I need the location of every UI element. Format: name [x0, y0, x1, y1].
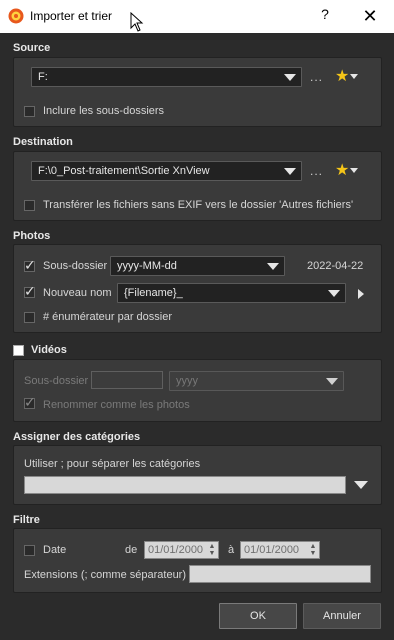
filter-from-date-input[interactable]: 01/01/2000 ▲ ▼	[144, 541, 219, 559]
photos-subfolder-format-dropdown[interactable]: yyyy-MM-dd	[110, 256, 285, 276]
filter-to-date-value: 01/01/2000	[244, 544, 300, 556]
photos-subfolder-format-value: yyyy-MM-dd	[117, 260, 177, 272]
filter-from-label: de	[125, 544, 138, 556]
destination-panel: F:\0_Post-traitement\Sortie XnView ... ★…	[13, 151, 382, 221]
chevron-down-icon	[284, 74, 296, 81]
categories-heading: Assigner des catégories	[13, 431, 141, 443]
filter-to-label: à	[228, 544, 235, 556]
photos-subfolder-preview: 2022-04-22	[307, 260, 364, 272]
include-subfolders-label: Inclure les sous-dossiers	[43, 105, 165, 117]
videos-enable-checkbox[interactable]	[13, 345, 24, 356]
filter-to-date-input[interactable]: 01/01/2000 ▲ ▼	[240, 541, 320, 559]
photos-rename-pattern-dropdown[interactable]: {Filename}_	[117, 283, 346, 303]
destination-path-value: F:\0_Post-traitement\Sortie XnView	[38, 165, 210, 177]
destination-favorites-button[interactable]: ★	[335, 162, 361, 180]
source-browse-button[interactable]: ...	[310, 70, 323, 84]
videos-heading: Vidéos	[31, 344, 67, 356]
categories-dropdown-arrow-icon[interactable]	[354, 481, 368, 489]
cancel-button[interactable]: Annuler	[303, 603, 381, 629]
source-path-value: F:	[38, 71, 48, 83]
destination-browse-button[interactable]: ...	[310, 164, 323, 178]
photos-counter-label: # énumérateur par dossier	[43, 311, 173, 323]
window-title: Importer et trier	[30, 9, 113, 23]
filter-heading: Filtre	[13, 514, 40, 526]
filter-from-date-value: 01/01/2000	[148, 544, 204, 556]
spinner-icon[interactable]: ▲ ▼	[208, 543, 216, 557]
videos-rename-like-photos-label: Renommer comme les photos	[43, 399, 190, 411]
title-bar: Importer et trier ? ✕	[0, 0, 394, 33]
photos-heading: Photos	[13, 230, 51, 242]
source-panel: F: ... ★ Inclure les sous-dossiers	[13, 57, 382, 127]
photos-subfolder-label: Sous-dossier	[43, 260, 108, 272]
photos-panel: Sous-dossier yyyy-MM-dd 2022-04-22 Nouve…	[13, 244, 382, 333]
spinner-icon[interactable]: ▲ ▼	[309, 543, 317, 557]
app-icon	[8, 8, 24, 24]
rename-options-arrow-icon[interactable]	[358, 289, 364, 299]
caret-down-icon	[350, 168, 358, 173]
photos-rename-pattern-value: {Filename}_	[124, 287, 183, 299]
filter-date-checkbox[interactable]	[24, 545, 35, 556]
videos-subfolder-format-dropdown[interactable]: yyyy	[169, 371, 344, 391]
filter-panel: Date de 01/01/2000 ▲ ▼ à 01/01/2000 ▲ ▼ Ex…	[13, 528, 382, 593]
photos-subfolder-checkbox[interactable]	[24, 257, 36, 274]
source-heading: Source	[13, 42, 51, 54]
no-exif-label: Transférer les fichiers sans EXIF vers l…	[43, 199, 354, 211]
destination-heading: Destination	[13, 136, 73, 148]
photos-counter-checkbox[interactable]	[24, 312, 35, 323]
videos-panel: Sous-dossier yyyy Renommer comme les pho…	[13, 359, 382, 422]
filter-extensions-label: Extensions (; comme séparateur)	[24, 569, 187, 581]
no-exif-checkbox[interactable]	[24, 200, 35, 211]
ok-button[interactable]: OK	[219, 603, 297, 629]
help-button[interactable]: ?	[313, 6, 337, 26]
categories-panel: Utiliser ; pour séparer les catégories	[13, 445, 382, 505]
caret-down-icon	[350, 74, 358, 79]
videos-rename-like-photos-checkbox[interactable]	[24, 394, 36, 411]
close-button[interactable]: ✕	[355, 4, 385, 28]
videos-subfolder-format-value: yyyy	[176, 375, 198, 387]
categories-hint: Utiliser ; pour séparer les catégories	[24, 458, 201, 470]
categories-input[interactable]	[24, 476, 346, 494]
chevron-down-icon	[267, 263, 279, 270]
include-subfolders-checkbox[interactable]	[24, 106, 35, 117]
chevron-down-icon	[328, 290, 340, 297]
filter-date-label: Date	[43, 544, 67, 556]
chevron-down-icon	[284, 168, 296, 175]
videos-subfolder-input[interactable]	[91, 371, 163, 389]
source-path-dropdown[interactable]: F:	[31, 67, 302, 87]
photos-rename-checkbox[interactable]	[24, 283, 36, 300]
videos-subfolder-label: Sous-dossier	[24, 375, 89, 387]
chevron-down-icon	[326, 378, 338, 385]
mouse-cursor-icon	[130, 12, 144, 32]
destination-path-dropdown[interactable]: F:\0_Post-traitement\Sortie XnView	[31, 161, 302, 181]
star-icon: ★	[335, 162, 350, 179]
photos-rename-label: Nouveau nom	[43, 287, 112, 299]
star-icon: ★	[335, 68, 350, 85]
source-favorites-button[interactable]: ★	[335, 68, 361, 86]
filter-extensions-input[interactable]	[189, 565, 371, 583]
